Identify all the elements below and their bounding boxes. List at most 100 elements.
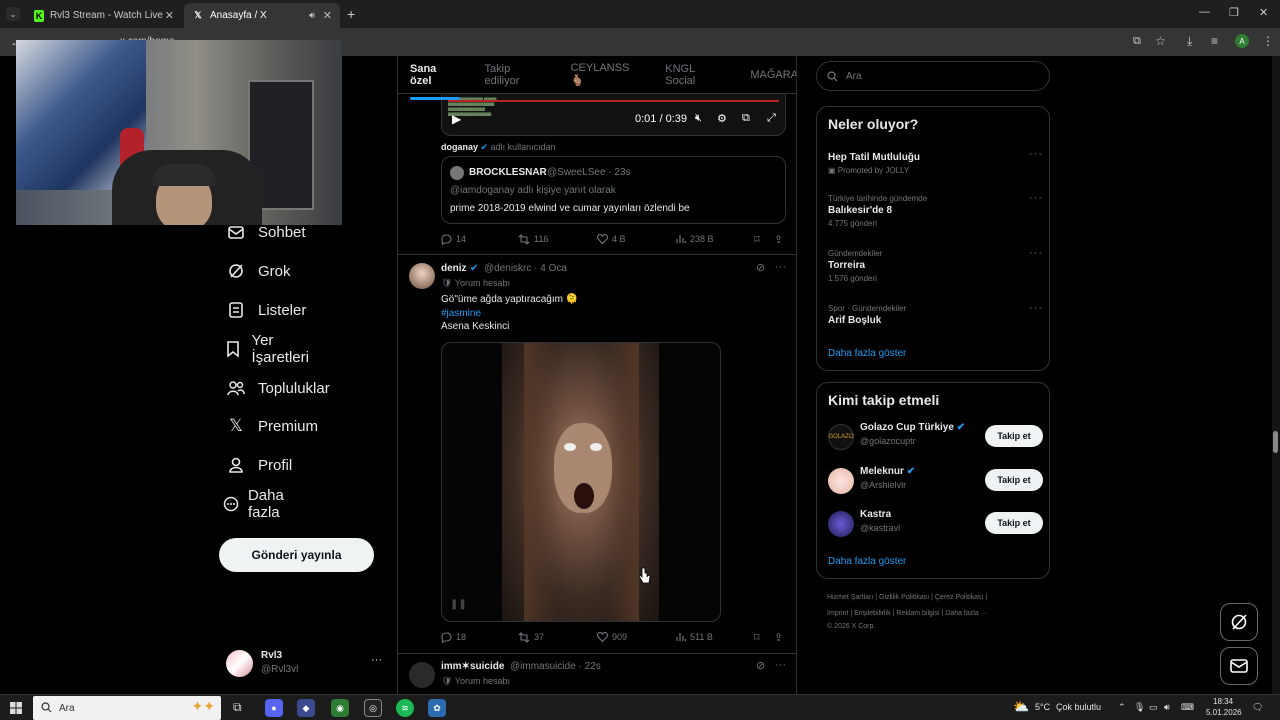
clock-date[interactable]: 5.01.2026	[1206, 708, 1242, 717]
like-button[interactable]: 4 B	[597, 234, 626, 244]
more-icon[interactable]: ···	[1029, 302, 1043, 314]
share-icon[interactable]: ⇪	[774, 233, 783, 246]
pause-icon[interactable]: ❚❚	[450, 599, 467, 610]
hashtag-link[interactable]: #jasmine	[441, 308, 481, 319]
footer-links[interactable]: Imprint | Erişilebilirlik | Reklam bilgi…	[827, 610, 988, 617]
bookmark-star-icon[interactable]: ☆	[1155, 34, 1166, 48]
repost-button[interactable]: 116	[518, 233, 548, 245]
trend-item[interactable]: Spor · Gündemdekiler Arif Boşluk ···	[828, 302, 1043, 326]
spotify-icon[interactable]: ≋	[396, 699, 414, 717]
scrollbar-thumb[interactable]	[1273, 431, 1278, 453]
chevron-up-icon[interactable]: ⌃	[1118, 702, 1126, 713]
keyboard-icon[interactable]: ⌨	[1181, 702, 1194, 713]
more-icon[interactable]: ···	[1029, 192, 1043, 204]
post-button[interactable]: Gönderi yayınla	[219, 538, 374, 572]
views-button[interactable]: 511 B	[676, 632, 713, 642]
weather-icon[interactable]: ⛅	[1013, 699, 1029, 715]
views-button[interactable]: 238 B	[676, 234, 714, 244]
more-icon[interactable]: ···	[371, 654, 382, 666]
close-window-icon[interactable]: ✕	[1259, 6, 1268, 19]
app-icon[interactable]: ◆	[297, 699, 315, 717]
microphone-icon[interactable]: 🎙︎	[1134, 702, 1145, 713]
taskbar-search[interactable]: Ara ✦✦	[33, 696, 221, 720]
video-player[interactable]: ❚❚	[441, 342, 721, 622]
search-input[interactable]: Ara	[816, 61, 1050, 91]
footer-links[interactable]: Hizmet Şartları | Gizlilik Politikası | …	[827, 594, 987, 601]
mute-icon[interactable]: 🔇︎	[695, 112, 702, 125]
settings-icon[interactable]: ⚙	[717, 112, 727, 125]
reading-list-icon[interactable]: ≡	[1211, 34, 1218, 48]
post[interactable]: imm✶suicide @immasuicide · 22s ⊘ ··· 🛡︎ …	[398, 654, 796, 694]
avatar[interactable]	[409, 263, 435, 289]
post[interactable]: deniz ✔ @deniskrc · 4 Oca ⊘ ··· 🛡︎ Yorum…	[398, 255, 796, 653]
grok-fab-button[interactable]	[1220, 603, 1258, 641]
video-player[interactable]: ▆▆ ▆▆▆▆▆▆▆▆▆ ▆▆▆▆ ▆▆▆▆▆▆▆▆▆▆▆▆▆▆▆ ▆▆▆▆▆▆▆▆…	[441, 94, 786, 136]
follow-button[interactable]: Takip et	[985, 469, 1043, 491]
nav-item-chat[interactable]: Sohbet	[222, 217, 306, 247]
cast-icon[interactable]: ⧉	[1133, 35, 1141, 48]
account-switcher[interactable]: Rvl3 @Rvl3vl ···	[226, 648, 386, 682]
share-icon[interactable]: ⇪	[774, 631, 783, 644]
tab-magara[interactable]: MAĞARA	[750, 69, 796, 81]
author-name[interactable]: deniz	[441, 263, 467, 274]
follow-button[interactable]: Takip et	[985, 425, 1043, 447]
trend-item[interactable]: Türkiye tarihinde gündemde Balıkesir'de …	[828, 192, 1043, 228]
bookmark-icon[interactable]: ⌑	[754, 631, 760, 644]
tab-kick[interactable]: K Rvl3 Stream - Watch Live on Ki ✕	[26, 3, 182, 28]
repost-button[interactable]: 37	[518, 631, 544, 643]
close-icon[interactable]: ✕	[165, 9, 174, 22]
page-scrollbar[interactable]	[1272, 56, 1280, 694]
nav-item-more[interactable]: Daha fazla	[222, 487, 294, 521]
restore-icon[interactable]: ❐	[1229, 6, 1239, 19]
volume-icon[interactable]: 🔊︎	[1164, 702, 1170, 713]
more-icon[interactable]: ···	[1029, 148, 1043, 160]
network-icon[interactable]: ▭	[1149, 702, 1158, 713]
windows-start-icon[interactable]	[10, 702, 22, 714]
trend-item[interactable]: Hep Tatil Mutluluğu ▣ Promoted by JOLLY …	[828, 148, 1043, 175]
profile-avatar[interactable]: A	[1235, 34, 1249, 48]
close-icon[interactable]: ✕	[323, 9, 332, 22]
nav-item-grok[interactable]: Grok	[222, 256, 291, 286]
minimize-icon[interactable]: —	[1199, 6, 1210, 18]
task-view-icon[interactable]: ⧉	[233, 700, 242, 715]
play-icon[interactable]: ▶	[452, 112, 461, 126]
nav-item-bookmarks[interactable]: Yer İşaretleri	[222, 332, 316, 366]
follow-suggestion[interactable]: Kastra @kastravl Takip et	[828, 509, 1043, 539]
chrome-icon[interactable]: ◉	[331, 699, 349, 717]
messages-fab-button[interactable]	[1220, 647, 1258, 685]
tab-for-you[interactable]: Sana özel	[410, 63, 460, 100]
grok-icon[interactable]: ⊘	[756, 261, 765, 274]
avatar[interactable]	[409, 662, 435, 688]
download-icon[interactable]: ⤓	[1187, 34, 1192, 49]
tab-kngl-social[interactable]: KNGL Social	[665, 63, 726, 87]
tab-ceylanss[interactable]: CEYLANSS🫰🏽	[571, 62, 642, 87]
speaker-icon[interactable]: 🔊︎	[309, 10, 315, 21]
quoted-post[interactable]: BROCKLESNAR @SweeLSee · 23s @iamdoganay …	[441, 156, 786, 224]
tab-following[interactable]: Takip ediliyor	[485, 63, 547, 87]
discord-icon[interactable]: ●	[265, 699, 283, 717]
obs-icon[interactable]: ◎	[364, 699, 382, 717]
video-progress[interactable]	[448, 100, 779, 102]
show-more-link[interactable]: Daha fazla göster	[828, 348, 906, 359]
clock-time[interactable]: 18:34	[1213, 697, 1233, 706]
nav-item-premium[interactable]: 𝕏 Premium	[222, 411, 318, 441]
app-icon[interactable]: ✿	[428, 699, 446, 717]
nav-item-profile[interactable]: Profil	[222, 450, 292, 480]
reply-button[interactable]: 18	[441, 631, 466, 643]
more-icon[interactable]: ···	[775, 659, 786, 671]
tab-search-icon[interactable]: ⌄	[6, 7, 20, 21]
nav-item-communities[interactable]: Topluluklar	[222, 373, 330, 403]
author-name[interactable]: imm✶suicide	[441, 661, 504, 672]
bookmark-icon[interactable]: ⌑	[754, 233, 760, 246]
grok-icon[interactable]: ⊘	[756, 659, 765, 672]
pip-icon[interactable]: ⧉	[742, 112, 750, 125]
nav-item-lists[interactable]: Listeler	[222, 295, 306, 325]
new-tab-icon[interactable]: +	[347, 6, 355, 22]
more-icon[interactable]: ···	[775, 261, 786, 273]
notifications-icon[interactable]: 🗨︎	[1252, 702, 1263, 713]
like-button[interactable]: 909	[597, 632, 627, 642]
follow-suggestion[interactable]: Meleknur ✔ @Arshielvlr Takip et	[828, 466, 1043, 496]
follow-suggestion[interactable]: GOLAZO Golazo Cup Türkiye ✔ @golazocuptr…	[828, 422, 1043, 452]
fullscreen-icon[interactable]: ⤢	[767, 112, 776, 125]
follow-button[interactable]: Takip et	[985, 512, 1043, 534]
